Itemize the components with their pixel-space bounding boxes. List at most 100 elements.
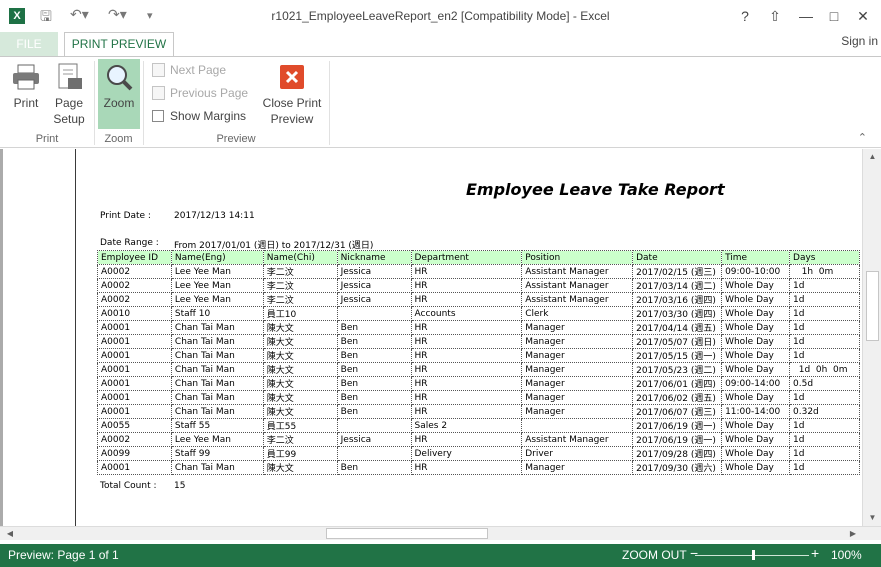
- table-cell: Lee Yee Man: [170, 292, 264, 307]
- table-cell: Assistant Manager: [521, 264, 634, 279]
- zoom-level[interactable]: 100%: [831, 548, 862, 562]
- table-cell: 2017/05/23 (週二): [632, 362, 723, 377]
- table-cell: 陳大文: [262, 404, 338, 419]
- maximize-button[interactable]: □: [822, 5, 846, 27]
- table-cell: 2017/05/15 (週一): [632, 348, 723, 363]
- ribbon-tabs: FILE PRINT PREVIEW Sign in: [0, 32, 881, 57]
- print-button[interactable]: Print: [6, 63, 46, 111]
- table-cell: 09:00-14:00: [721, 376, 791, 391]
- column-header: Name(Eng): [170, 250, 264, 265]
- table-cell: 員工55: [262, 418, 338, 433]
- table-cell: Chan Tai Man: [170, 404, 264, 419]
- table-cell: Jessica: [336, 432, 412, 447]
- table-cell: 2017/06/02 (週五): [632, 390, 723, 405]
- table-cell: Whole Day: [721, 418, 791, 433]
- minimize-button[interactable]: —: [794, 5, 818, 27]
- table-cell: Ben: [336, 404, 412, 419]
- table-row: A0001 Chan Tai Man 陳大文 Ben HR Manager 2017/06/…: [97, 376, 860, 391]
- table-cell: Jessica: [336, 292, 412, 307]
- table-cell: 陳大文: [262, 460, 338, 475]
- preview-workspace: Employee Leave Take Report Print Date : …: [0, 149, 881, 540]
- tab-file[interactable]: FILE: [0, 32, 58, 56]
- show-margins-checkbox[interactable]: Show Margins: [152, 109, 246, 123]
- table-cell: A0001: [97, 334, 172, 349]
- table-body: A0002 Lee Yee Man 李二汶 Jessica HR Assistant Ma…: [97, 264, 860, 475]
- table-cell: Whole Day: [721, 278, 791, 293]
- table-cell: Whole Day: [721, 460, 791, 475]
- table-header-row: Employee ID Name(Eng) Name(Chi) Nickname Dep…: [97, 250, 860, 265]
- table-cell: Chan Tai Man: [170, 348, 264, 363]
- page-setup-icon: [58, 63, 82, 89]
- table-row: A0099 Staff 99 員工99 Delivery Driver 2017/09/2…: [97, 446, 860, 461]
- report-title: Employee Leave Take Report: [466, 180, 725, 199]
- table-cell: [336, 418, 412, 433]
- zoom-plus-button[interactable]: +: [811, 545, 819, 561]
- table-cell: Manager: [521, 390, 634, 405]
- table-cell: 1d: [789, 320, 860, 335]
- table-row: A0010 Staff 10 員工10 Accounts Clerk 2017/03/30…: [97, 306, 860, 321]
- tab-print-preview[interactable]: PRINT PREVIEW: [64, 32, 174, 57]
- show-margins-label: Show Margins: [170, 109, 247, 123]
- group-label-preview: Preview: [216, 133, 256, 145]
- table-row: A0001 Chan Tai Man 陳大文 Ben HR Manager 2017/05/…: [97, 348, 860, 363]
- table-cell: Staff 10: [170, 306, 264, 321]
- collapse-ribbon-icon[interactable]: ⌃: [858, 131, 867, 144]
- scroll-down-icon[interactable]: ▼: [863, 510, 881, 526]
- table-cell: Accounts: [410, 306, 523, 321]
- table-cell: 1d: [789, 446, 860, 461]
- table-cell: Ben: [336, 320, 412, 335]
- table-cell: A0055: [97, 418, 172, 433]
- zoom-slider-handle[interactable]: [752, 550, 755, 560]
- table-row: A0001 Chan Tai Man 陳大文 Ben HR Manager 2017/05/…: [97, 334, 860, 349]
- column-header: Name(Chi): [262, 250, 338, 265]
- vertical-scroll-thumb[interactable]: [866, 271, 879, 341]
- scroll-left-icon[interactable]: ◀: [3, 527, 17, 541]
- table-cell: Whole Day: [721, 362, 791, 377]
- table-cell: Staff 55: [170, 418, 264, 433]
- zoom-out-button[interactable]: ZOOM OUT: [622, 548, 687, 562]
- table-cell: Whole Day: [721, 334, 791, 349]
- scroll-up-icon[interactable]: ▲: [863, 149, 881, 165]
- table-cell: Ben: [336, 334, 412, 349]
- page-margin-area: [3, 149, 75, 526]
- table-cell: 1d 0h 0m: [789, 362, 860, 377]
- zoom-button[interactable]: Zoom: [98, 59, 140, 129]
- table-row: A0001 Chan Tai Man 陳大文 Ben HR Manager 2017/09/…: [97, 460, 860, 475]
- horizontal-scroll-thumb[interactable]: [326, 528, 488, 539]
- column-header: Position: [521, 250, 634, 265]
- table-cell: [336, 446, 412, 461]
- column-header: Employee ID: [97, 250, 172, 265]
- scroll-right-icon[interactable]: ▶: [846, 527, 860, 541]
- table-cell: 陳大文: [262, 362, 338, 377]
- table-cell: Manager: [521, 404, 634, 419]
- table-cell: Whole Day: [721, 292, 791, 307]
- table-cell: Assistant Manager: [521, 292, 634, 307]
- table-cell: A0001: [97, 390, 172, 405]
- sign-in-link[interactable]: Sign in: [841, 34, 878, 48]
- table-cell: A0002: [97, 264, 172, 279]
- ribbon-display-options-icon[interactable]: ⇧: [763, 5, 787, 27]
- table-cell: HR: [410, 460, 523, 475]
- page-setup-button[interactable]: Page Setup: [50, 63, 88, 127]
- previous-page-button[interactable]: Previous Page: [152, 86, 248, 100]
- next-page-icon: [152, 63, 165, 77]
- table-cell: Ben: [336, 348, 412, 363]
- help-button[interactable]: ?: [733, 5, 757, 27]
- vertical-scrollbar[interactable]: ▲ ▼: [862, 149, 881, 526]
- close-button[interactable]: ✕: [851, 5, 875, 27]
- table-cell: Chan Tai Man: [170, 320, 264, 335]
- page-setup-label-1: Page: [54, 96, 84, 110]
- table-cell: 0.5d: [789, 376, 860, 391]
- table-cell: Whole Day: [721, 320, 791, 335]
- table-cell: 2017/09/28 (週四): [632, 446, 723, 461]
- previous-page-icon: [152, 86, 165, 100]
- close-print-preview-button[interactable]: Close Print Preview: [258, 63, 326, 127]
- table-cell: 李二汶: [262, 292, 338, 307]
- table-cell: 2017/03/16 (週四): [632, 292, 723, 307]
- table-cell: 2017/03/30 (週四): [632, 306, 723, 321]
- next-page-button[interactable]: Next Page: [152, 63, 226, 77]
- zoom-minus-button[interactable]: −: [690, 545, 698, 561]
- horizontal-scrollbar[interactable]: ◀ ▶: [0, 526, 881, 540]
- table-cell: Driver: [521, 446, 634, 461]
- table-cell: Ben: [336, 460, 412, 475]
